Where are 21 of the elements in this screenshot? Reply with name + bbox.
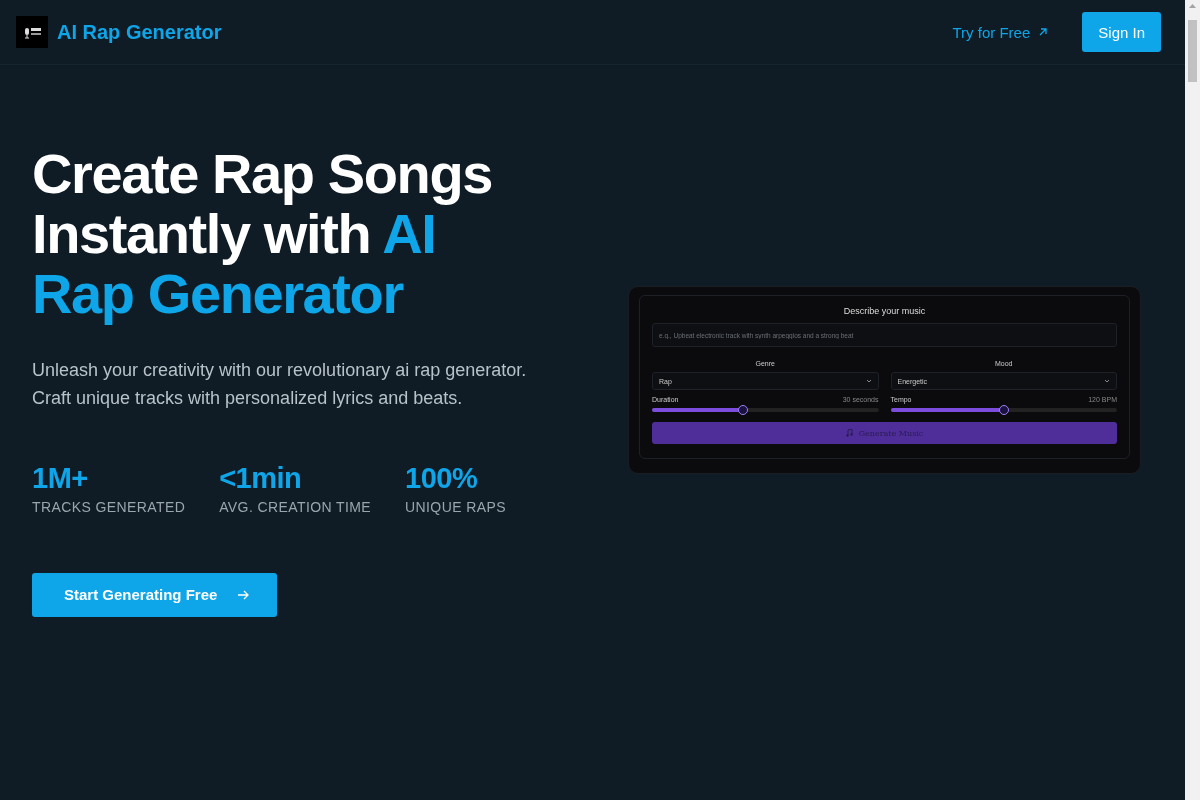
try-free-link[interactable]: Try for Free — [952, 23, 1049, 41]
scroll-up-icon[interactable] — [1189, 4, 1196, 8]
slider[interactable] — [890, 408, 1117, 412]
stat-label: AVG. CREATION TIME — [219, 498, 372, 515]
music-note-icon — [845, 429, 853, 437]
chevron-down-icon — [865, 379, 872, 383]
arrow-up-right-icon — [1038, 27, 1049, 37]
chevron-down-icon — [1104, 379, 1110, 383]
brand-name[interactable]: AI Rap Generator — [57, 20, 222, 44]
slider[interactable] — [652, 408, 879, 412]
stat-value: 1M+ — [32, 461, 89, 495]
stat-value: 100% — [405, 461, 479, 495]
scrollbar-thumb[interactable] — [1188, 20, 1197, 82]
hero-heading: Create Rap Songs Instantly with AI Rap Generator — [32, 143, 493, 324]
hero-description: Unleash your creativity with our revolutionary ai rap generator. Craft unique tracks with personalized lyrics and beats. — [32, 358, 528, 410]
arrow-right-icon — [237, 589, 250, 600]
stat-label: UNIQUE RAPS — [405, 498, 506, 515]
stat-label: TRACKS GENERATED — [32, 498, 186, 515]
scrollbar[interactable] — [1185, 0, 1200, 800]
preview-heading: Describe your music — [842, 306, 927, 316]
stat-value: <1min — [219, 461, 303, 495]
